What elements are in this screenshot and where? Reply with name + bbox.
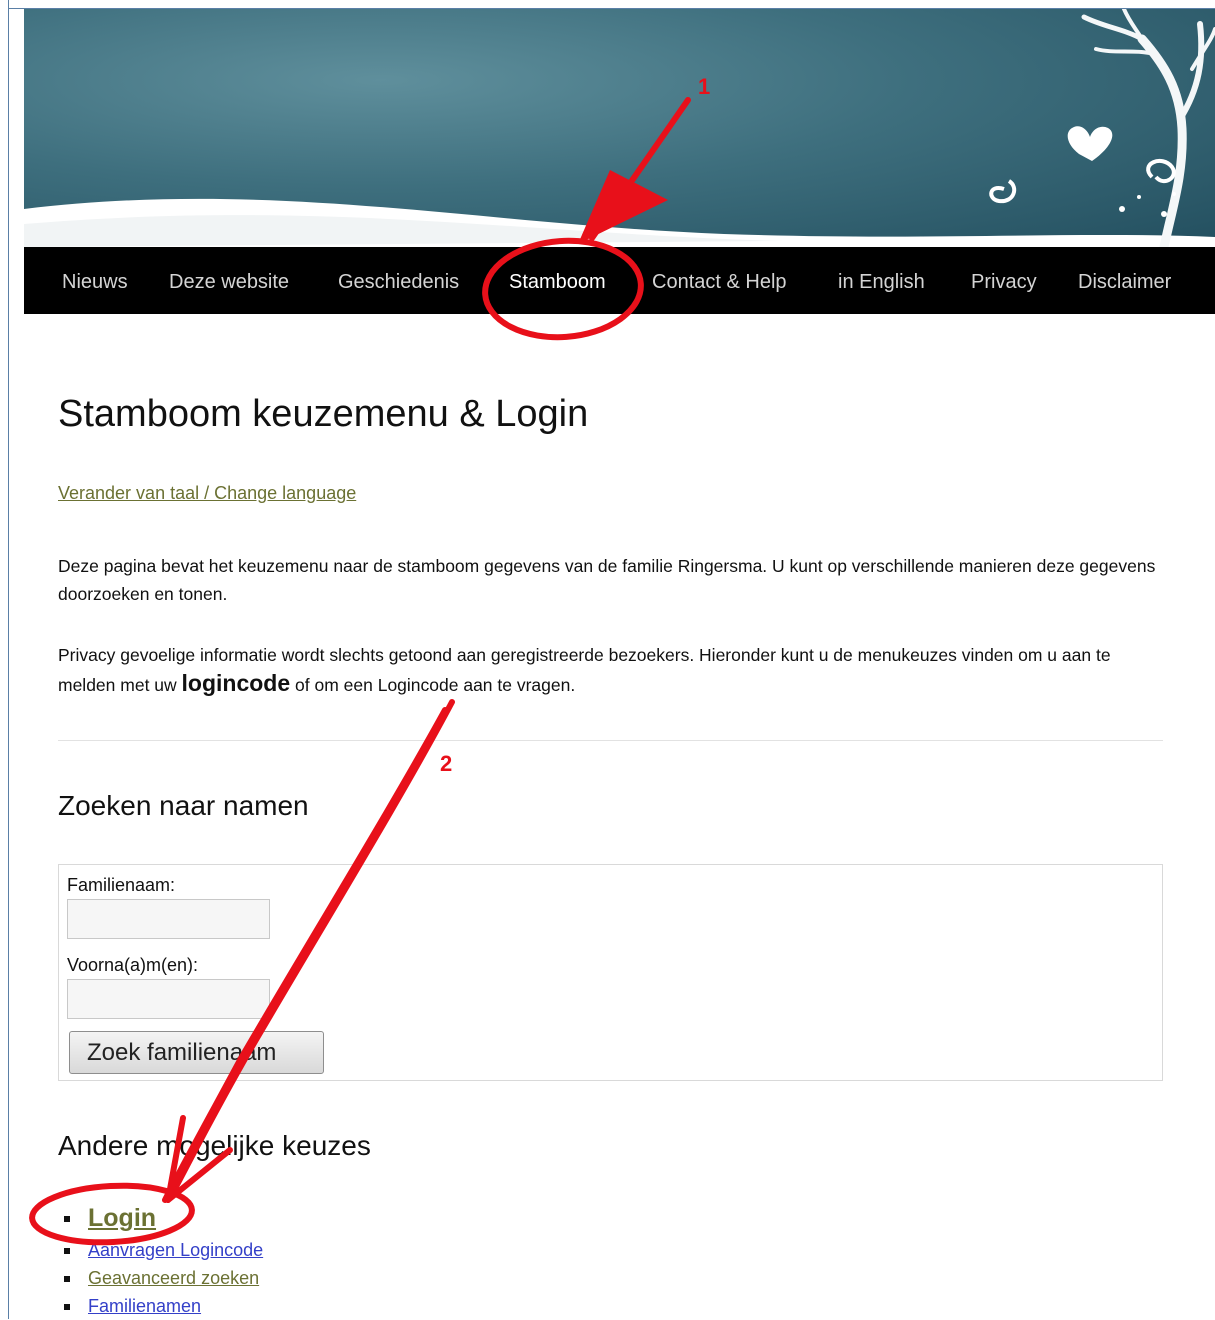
list-item: Familienamen	[64, 1292, 263, 1320]
nav-item-geschiedenis[interactable]: Geschiedenis	[338, 247, 459, 314]
advanced-search-link[interactable]: Geavanceerd zoeken	[88, 1268, 259, 1288]
heart-icon	[1067, 126, 1113, 161]
bullet-icon	[64, 1216, 70, 1222]
nav-item-nieuws[interactable]: Nieuws	[62, 247, 128, 314]
name-search-form: Familienaam: Voorna(a)m(en): Zoek famili…	[58, 864, 1163, 1081]
family-name-label: Familienaam:	[67, 875, 176, 895]
section-divider	[58, 740, 1163, 741]
list-item: Geavanceerd zoeken	[64, 1264, 263, 1292]
list-item: Login	[64, 1200, 263, 1236]
bullet-icon	[64, 1304, 70, 1310]
logincode-highlight: logincode	[181, 670, 291, 696]
bullet-icon	[64, 1276, 70, 1282]
header-banner	[24, 9, 1215, 247]
window-border-left	[8, 0, 9, 1319]
nav-item-privacy[interactable]: Privacy	[971, 247, 1037, 314]
bullet-icon	[64, 1248, 70, 1254]
first-name-input[interactable]	[67, 979, 270, 1019]
request-logincode-link[interactable]: Aanvragen Logincode	[88, 1240, 263, 1260]
search-family-button[interactable]: Zoek familienaam	[69, 1031, 324, 1074]
intro-paragraph: Deze pagina bevat het keuzemenu naar de …	[58, 556, 1156, 604]
nav-item-disclaimer[interactable]: Disclaimer	[1078, 247, 1171, 314]
search-heading: Zoeken naar namen	[58, 790, 309, 821]
change-language-link[interactable]: Verander van taal / Change language	[58, 483, 356, 504]
family-names-link[interactable]: Familienamen	[88, 1296, 201, 1316]
page-title: Stamboom keuzemenu & Login	[58, 393, 589, 435]
main-navigation: Nieuws Deze website Geschiedenis Stamboo…	[24, 247, 1215, 314]
privacy-paragraph: Privacy gevoelige informatie wordt slech…	[58, 641, 1168, 699]
nav-item-stamboom[interactable]: Stamboom	[509, 247, 606, 314]
first-name-label: Voorna(a)m(en):	[67, 955, 199, 975]
banner-artwork	[24, 9, 1215, 247]
nav-item-deze-website[interactable]: Deze website	[169, 247, 289, 314]
privacy-text-after: of om een Logincode aan te vragen.	[290, 675, 576, 695]
annotation-number-1: 1	[698, 74, 711, 99]
swirl-icons	[989, 159, 1176, 204]
list-item: Aanvragen Logincode	[64, 1236, 263, 1264]
login-link[interactable]: Login	[88, 1204, 156, 1232]
nav-item-contact-help[interactable]: Contact & Help	[652, 247, 787, 314]
other-choices-heading: Andere mogelijke keuzes	[58, 1130, 371, 1161]
other-choices-list: Login Aanvragen Logincode Geavanceerd zo…	[64, 1200, 263, 1320]
annotation-number-2: 2	[440, 751, 453, 776]
nav-item-in-english[interactable]: in English	[838, 247, 925, 314]
family-name-input[interactable]	[67, 899, 270, 939]
